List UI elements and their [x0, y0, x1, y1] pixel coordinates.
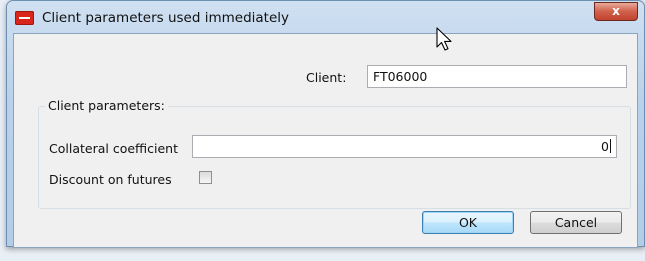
mouse-cursor-icon [436, 27, 452, 51]
window-title: Client parameters used immediately [42, 10, 290, 26]
client-parameters-legend: Client parameters: [45, 98, 168, 113]
collateral-coefficient-label: Collateral coefficient [49, 141, 178, 156]
dialog-window: Client parameters used immediately x Cli… [6, 0, 645, 248]
ok-button[interactable]: OK [422, 211, 514, 234]
discount-on-futures-label: Discount on futures [49, 172, 172, 187]
collateral-coefficient-value: 0 [601, 139, 609, 154]
close-button[interactable]: x [594, 2, 638, 21]
app-logo-icon [15, 11, 34, 25]
title-bar[interactable]: Client parameters used immediately x [7, 1, 644, 33]
client-label: Client: [306, 70, 347, 85]
collateral-coefficient-input[interactable]: 0 [192, 135, 617, 158]
dialog-body: Client: FT06000 Client parameters: Colla… [13, 33, 638, 248]
text-caret [610, 139, 611, 153]
discount-on-futures-checkbox[interactable] [199, 171, 212, 184]
client-input[interactable]: FT06000 [367, 65, 627, 88]
cancel-button[interactable]: Cancel [530, 211, 622, 234]
